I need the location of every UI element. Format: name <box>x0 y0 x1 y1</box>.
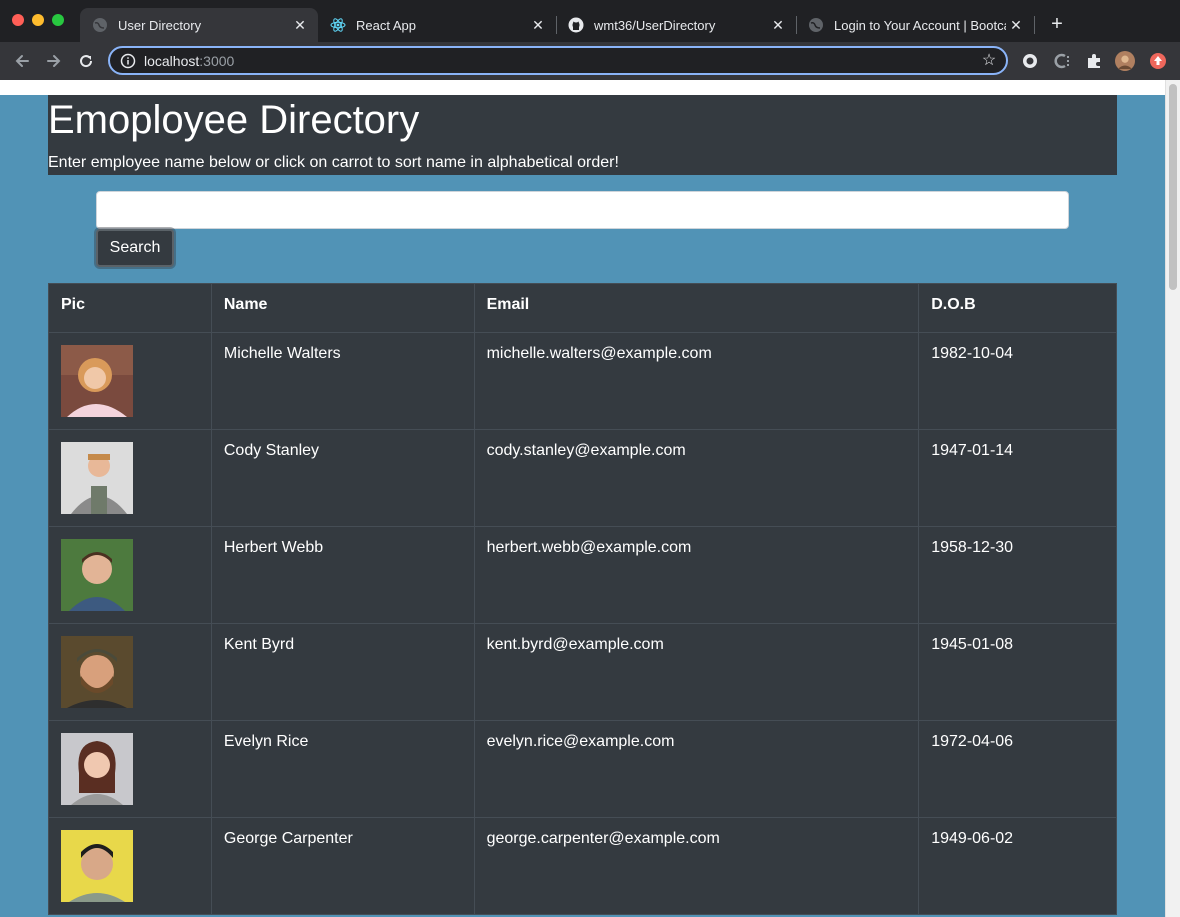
dob-cell: 1958-12-30 <box>918 526 1117 624</box>
tab-title: React App <box>356 17 416 33</box>
search-button[interactable]: Search <box>96 229 174 267</box>
page-viewport: Emoployee Directory Enter employee name … <box>0 80 1165 917</box>
profile-avatar-icon[interactable] <box>1115 51 1135 71</box>
employee-photo <box>61 442 133 514</box>
dob-cell: 1949-06-02 <box>918 817 1117 915</box>
extension-c-icon[interactable] <box>1052 51 1072 71</box>
name-cell: George Carpenter <box>210 817 475 915</box>
tab-github-repo[interactable]: wmt36/UserDirectory ✕ <box>556 8 796 42</box>
dob-cell: 1947-01-14 <box>918 429 1117 527</box>
close-tab-icon[interactable]: ✕ <box>528 15 548 35</box>
table-row: Kent Byrd kent.byrd@example.com 1945-01-… <box>48 623 1117 721</box>
email-cell: cody.stanley@example.com <box>473 429 920 527</box>
table-row: George Carpenter george.carpenter@exampl… <box>48 817 1117 915</box>
column-header-pic: Pic <box>48 283 212 333</box>
pic-cell <box>48 429 212 527</box>
extension-globe-icon[interactable] <box>1020 51 1040 71</box>
dob-cell: 1945-01-08 <box>918 623 1117 721</box>
dob-cell: 1982-10-04 <box>918 332 1117 430</box>
tab-bootcamp-login[interactable]: Login to Your Account | Bootca ✕ <box>796 8 1034 42</box>
browser-toolbar: localhost :3000 ☆ <box>0 42 1180 80</box>
reload-icon[interactable] <box>76 51 96 71</box>
tab-user-directory[interactable]: User Directory ✕ <box>80 8 318 42</box>
tab-title: Login to Your Account | Bootca <box>834 17 1006 33</box>
react-logo-icon <box>330 17 346 33</box>
pic-cell <box>48 623 212 721</box>
tab-separator <box>1034 16 1035 34</box>
close-tab-icon[interactable]: ✕ <box>768 15 788 35</box>
email-cell: george.carpenter@example.com <box>473 817 920 915</box>
tab-title: User Directory <box>118 17 202 33</box>
page-scrollbar[interactable] <box>1165 80 1180 917</box>
email-cell: kent.byrd@example.com <box>473 623 920 721</box>
window-zoom-dot[interactable] <box>52 14 64 26</box>
tab-react-app[interactable]: React App ✕ <box>318 8 556 42</box>
page-title: Emoployee Directory <box>48 98 420 142</box>
column-header-dob: D.O.B <box>918 283 1117 333</box>
address-bar[interactable]: localhost :3000 ☆ <box>108 46 1008 75</box>
window-minimize-dot[interactable] <box>32 14 44 26</box>
tab-title: wmt36/UserDirectory <box>594 17 716 33</box>
browser-tab-strip: User Directory ✕ React App ✕ wmt36/UserD… <box>0 0 1180 42</box>
name-cell: Kent Byrd <box>210 623 475 721</box>
page-subtitle: Enter employee name below or click on ca… <box>48 154 619 171</box>
pic-cell <box>48 720 212 818</box>
url-host: localhost <box>144 52 200 69</box>
name-cell: Herbert Webb <box>210 526 475 624</box>
employee-photo <box>61 830 133 902</box>
close-tab-icon[interactable]: ✕ <box>290 15 310 35</box>
close-tab-icon[interactable]: ✕ <box>1006 15 1026 35</box>
forward-arrow-icon[interactable] <box>44 51 64 71</box>
employee-photo <box>61 539 133 611</box>
scrollbar-thumb[interactable] <box>1169 84 1177 290</box>
employee-photo <box>61 345 133 417</box>
email-cell: michelle.walters@example.com <box>473 332 920 430</box>
extensions-puzzle-icon[interactable] <box>1084 51 1104 71</box>
window-close-dot[interactable] <box>12 14 24 26</box>
email-cell: herbert.webb@example.com <box>473 526 920 624</box>
pic-cell <box>48 817 212 915</box>
update-badge-icon[interactable] <box>1148 51 1168 71</box>
name-cell: Michelle Walters <box>210 332 475 430</box>
name-cell: Cody Stanley <box>210 429 475 527</box>
column-header-email: Email <box>473 283 920 333</box>
github-icon <box>568 17 584 33</box>
globe-icon <box>92 17 108 33</box>
dob-cell: 1972-04-06 <box>918 720 1117 818</box>
employee-photo <box>61 636 133 708</box>
back-arrow-icon[interactable] <box>12 51 32 71</box>
search-input[interactable] <box>96 191 1069 229</box>
url-port: :3000 <box>199 52 235 69</box>
employee-table: Pic Name Email D.O.B Michelle Walters mi… <box>48 283 1117 915</box>
bookmark-star-icon[interactable]: ☆ <box>980 52 998 70</box>
table-row: Cody Stanley cody.stanley@example.com 19… <box>48 429 1117 527</box>
table-row: Herbert Webb herbert.webb@example.com 19… <box>48 526 1117 624</box>
name-cell: Evelyn Rice <box>210 720 475 818</box>
employee-photo <box>61 733 133 805</box>
pic-cell <box>48 526 212 624</box>
header-jumbotron: Emoployee Directory Enter employee name … <box>48 95 1117 175</box>
table-header-row: Pic Name Email D.O.B <box>48 283 1117 333</box>
globe-icon <box>808 17 824 33</box>
table-row: Evelyn Rice evelyn.rice@example.com 1972… <box>48 720 1117 818</box>
table-row: Michelle Walters michelle.walters@exampl… <box>48 332 1117 430</box>
email-cell: evelyn.rice@example.com <box>473 720 920 818</box>
column-header-name[interactable]: Name <box>210 283 475 333</box>
new-tab-plus-icon[interactable]: + <box>1046 14 1068 36</box>
site-info-icon[interactable] <box>120 53 136 69</box>
pic-cell <box>48 332 212 430</box>
